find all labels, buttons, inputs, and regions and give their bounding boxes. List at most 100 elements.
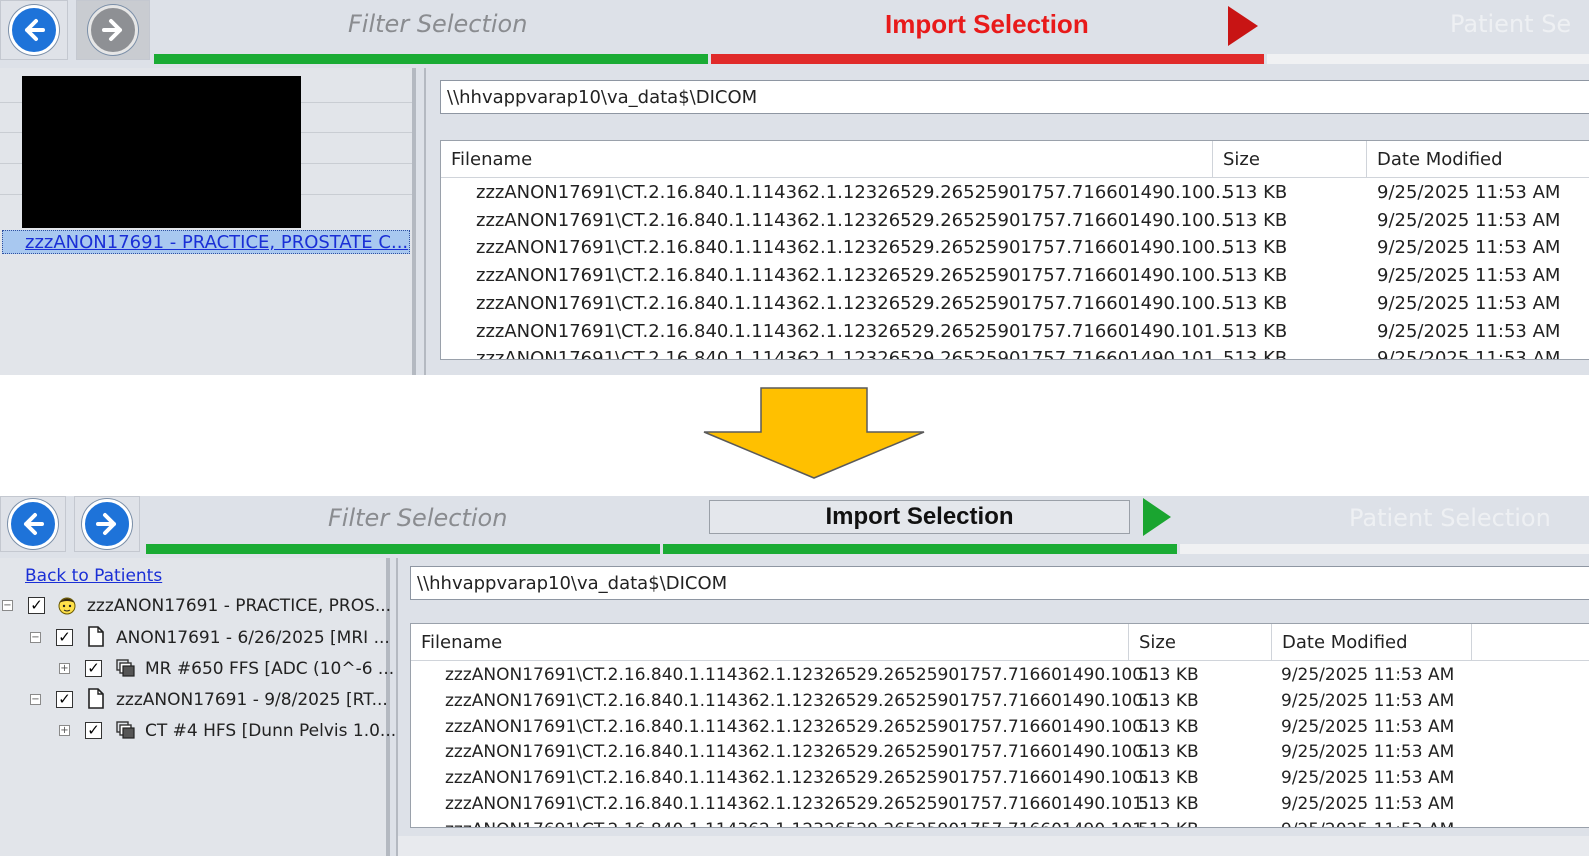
file-row[interactable]: zzzANON17691\CT.2.16.840.1.114362.1.1232… bbox=[411, 817, 1589, 827]
step-filter-selection: Filter Selection bbox=[328, 504, 508, 532]
file-row[interactable]: zzzANON17691\CT.2.16.840.1.114362.1.1232… bbox=[411, 714, 1589, 740]
file-cell-filename: zzzANON17691\CT.2.16.840.1.114362.1.1232… bbox=[476, 320, 1233, 342]
back-button[interactable] bbox=[0, 496, 66, 552]
step-filter-selection: Filter Selection bbox=[348, 10, 528, 38]
collapse-icon[interactable]: − bbox=[30, 632, 41, 643]
file-row[interactable]: zzzANON17691\CT.2.16.840.1.114362.1.1232… bbox=[441, 234, 1589, 262]
forward-button[interactable] bbox=[76, 0, 150, 60]
file-cell-size: 513 KB bbox=[1223, 292, 1288, 314]
tree-item-label: zzzANON17691 - PRACTICE, PROS... bbox=[87, 596, 392, 616]
file-list[interactable]: Filename Size Date Modified zzzANON17691… bbox=[440, 140, 1589, 360]
file-cell-filename: zzzANON17691\CT.2.16.840.1.114362.1.1232… bbox=[445, 794, 1160, 814]
checkbox[interactable]: ✓ bbox=[85, 660, 102, 677]
file-cell-filename: zzzANON17691\CT.2.16.840.1.114362.1.1232… bbox=[476, 292, 1233, 314]
file-row[interactable]: zzzANON17691\CT.2.16.840.1.114362.1.1232… bbox=[441, 179, 1589, 207]
file-cell-date: 9/25/2025 11:53 AM bbox=[1281, 665, 1455, 685]
progress-segment-filter bbox=[154, 54, 708, 64]
file-cell-size: 513 KB bbox=[1223, 209, 1288, 231]
file-cell-date: 9/25/2025 11:53 AM bbox=[1281, 768, 1455, 789]
file-row[interactable]: zzzANON17691\CT.2.16.840.1.114362.1.1232… bbox=[411, 739, 1589, 765]
file-row[interactable]: zzzANON17691\CT.2.16.840.1.114362.1.1232… bbox=[441, 318, 1589, 346]
patient-list-item-selected[interactable]: zzzANON17691 - PRACTICE, PROSTATE C... bbox=[2, 230, 410, 254]
left-panel: Back to Patients − ✓ zzzANON17691 - PRAC… bbox=[0, 558, 396, 856]
tree-item-study[interactable]: − ✓ zzzANON17691 - 9/8/2025 [RT... bbox=[0, 684, 388, 714]
file-cell-size: 513 KB bbox=[1223, 348, 1288, 360]
file-cell-size: 513 KB bbox=[1223, 237, 1288, 259]
right-panel: \\hhvappvarap10\va_data$\DICOM Filename … bbox=[424, 68, 1589, 375]
image-series-icon bbox=[116, 721, 135, 743]
column-header-filename[interactable]: Filename bbox=[411, 624, 1129, 660]
checkbox[interactable]: ✓ bbox=[56, 629, 73, 646]
collapse-icon[interactable]: − bbox=[2, 600, 13, 611]
checkbox[interactable]: ✓ bbox=[56, 691, 73, 708]
horizontal-scrollbar[interactable] bbox=[398, 836, 1589, 856]
progress-segment-import bbox=[711, 54, 1264, 64]
file-cell-size: 513 KB bbox=[1223, 265, 1288, 287]
column-header-date[interactable]: Date Modified bbox=[1272, 624, 1472, 660]
file-cell-filename: zzzANON17691\CT.2.16.840.1.114362.1.1232… bbox=[445, 665, 1160, 685]
expand-icon[interactable]: + bbox=[59, 725, 70, 736]
after-screenshot: Filter Selection Import Selection Patien… bbox=[0, 496, 1589, 856]
file-cell-filename: zzzANON17691\CT.2.16.840.1.114362.1.1232… bbox=[476, 265, 1233, 287]
tree-item-study[interactable]: − ✓ ANON17691 - 6/26/2025 [MRI ... bbox=[0, 622, 390, 652]
column-header-date[interactable]: Date Modified bbox=[1367, 141, 1589, 177]
column-header-size[interactable]: Size bbox=[1129, 624, 1272, 660]
tree-item-series[interactable]: + ✓ MR #650 FFS [ADC (10^-6 ... bbox=[0, 653, 394, 683]
expand-icon[interactable]: + bbox=[59, 663, 70, 674]
arrow-left-icon bbox=[8, 499, 58, 549]
file-row[interactable]: zzzANON17691\CT.2.16.840.1.114362.1.1232… bbox=[441, 207, 1589, 235]
file-cell-size: 513 KB bbox=[1223, 182, 1288, 203]
progress-segment-patient bbox=[1267, 54, 1589, 64]
path-field[interactable]: \\hhvappvarap10\va_data$\DICOM bbox=[440, 80, 1589, 114]
file-cell-date: 9/25/2025 11:53 AM bbox=[1377, 292, 1561, 314]
tree-item-label: MR #650 FFS [ADC (10^-6 ... bbox=[145, 659, 395, 679]
document-icon bbox=[88, 626, 104, 651]
path-field[interactable]: \\hhvappvarap10\va_data$\DICOM bbox=[410, 566, 1589, 600]
back-to-patients-link[interactable]: Back to Patients bbox=[25, 566, 162, 586]
file-cell-date: 9/25/2025 11:53 AM bbox=[1281, 716, 1455, 737]
tree-item-patient[interactable]: − ✓ zzzANON17691 - PRACTICE, PROS... bbox=[0, 592, 391, 620]
back-button[interactable] bbox=[0, 0, 68, 60]
tree-item-label: zzzANON17691 - 9/8/2025 [RT... bbox=[116, 690, 388, 710]
header-filler bbox=[1472, 624, 1589, 660]
file-row[interactable]: zzzANON17691\CT.2.16.840.1.114362.1.1232… bbox=[441, 345, 1589, 360]
file-cell-size: 513 KB bbox=[1138, 716, 1199, 737]
tree-item-series[interactable]: + ✓ CT #4 HFS [Dunn Pelvis 1.0... bbox=[0, 715, 396, 745]
file-cell-filename: zzzANON17691\CT.2.16.840.1.114362.1.1232… bbox=[445, 820, 1159, 827]
file-cell-filename: zzzANON17691\CT.2.16.840.1.114362.1.1232… bbox=[445, 768, 1160, 789]
file-row[interactable]: zzzANON17691\CT.2.16.840.1.114362.1.1232… bbox=[411, 765, 1589, 791]
file-cell-filename: zzzANON17691\CT.2.16.840.1.114362.1.1232… bbox=[476, 237, 1233, 259]
file-cell-filename: zzzANON17691\CT.2.16.840.1.114362.1.1232… bbox=[445, 690, 1160, 711]
file-cell-date: 9/25/2025 11:53 AM bbox=[1377, 348, 1561, 360]
patient-face-icon bbox=[56, 594, 78, 620]
step-patient-selection: Patient Se bbox=[1450, 10, 1572, 38]
file-cell-date: 9/25/2025 11:53 AM bbox=[1377, 320, 1561, 342]
file-cell-filename: zzzANON17691\CT.2.16.840.1.114362.1.1232… bbox=[476, 348, 1233, 360]
column-header-filename[interactable]: Filename bbox=[441, 141, 1213, 177]
checkbox[interactable]: ✓ bbox=[28, 597, 45, 614]
tree-item-label: ANON17691 - 6/26/2025 [MRI ... bbox=[116, 628, 390, 648]
progress-segment-patient bbox=[1180, 544, 1589, 554]
file-row[interactable]: zzzANON17691\CT.2.16.840.1.114362.1.1232… bbox=[411, 688, 1589, 714]
file-row[interactable]: zzzANON17691\CT.2.16.840.1.114362.1.1232… bbox=[411, 662, 1589, 688]
column-header-size[interactable]: Size bbox=[1213, 141, 1367, 177]
file-list[interactable]: Filename Size Date Modified zzzANON17691… bbox=[410, 623, 1589, 828]
document-icon bbox=[88, 688, 104, 713]
step-import-selection-box[interactable]: Import Selection bbox=[709, 500, 1130, 534]
file-row[interactable]: zzzANON17691\CT.2.16.840.1.114362.1.1232… bbox=[441, 290, 1589, 318]
file-cell-date: 9/25/2025 11:53 AM bbox=[1377, 265, 1561, 287]
forward-button[interactable] bbox=[74, 496, 140, 552]
right-panel: \\hhvappvarap10\va_data$\DICOM Filename … bbox=[396, 558, 1589, 856]
play-green-icon bbox=[1143, 498, 1173, 540]
tree-item-label: CT #4 HFS [Dunn Pelvis 1.0... bbox=[145, 721, 397, 741]
file-cell-date: 9/25/2025 11:53 AM bbox=[1281, 794, 1455, 814]
file-cell-filename: zzzANON17691\CT.2.16.840.1.114362.1.1232… bbox=[445, 716, 1160, 737]
collapse-icon[interactable]: − bbox=[30, 694, 41, 705]
file-row[interactable]: zzzANON17691\CT.2.16.840.1.114362.1.1232… bbox=[411, 791, 1589, 817]
checkbox[interactable]: ✓ bbox=[85, 722, 102, 739]
redacted-block bbox=[22, 76, 301, 228]
file-row[interactable]: zzzANON17691\CT.2.16.840.1.114362.1.1232… bbox=[441, 262, 1589, 290]
file-cell-date: 9/25/2025 11:53 AM bbox=[1377, 182, 1561, 203]
image-series-icon bbox=[116, 659, 135, 681]
progress-segment-import bbox=[663, 544, 1177, 554]
